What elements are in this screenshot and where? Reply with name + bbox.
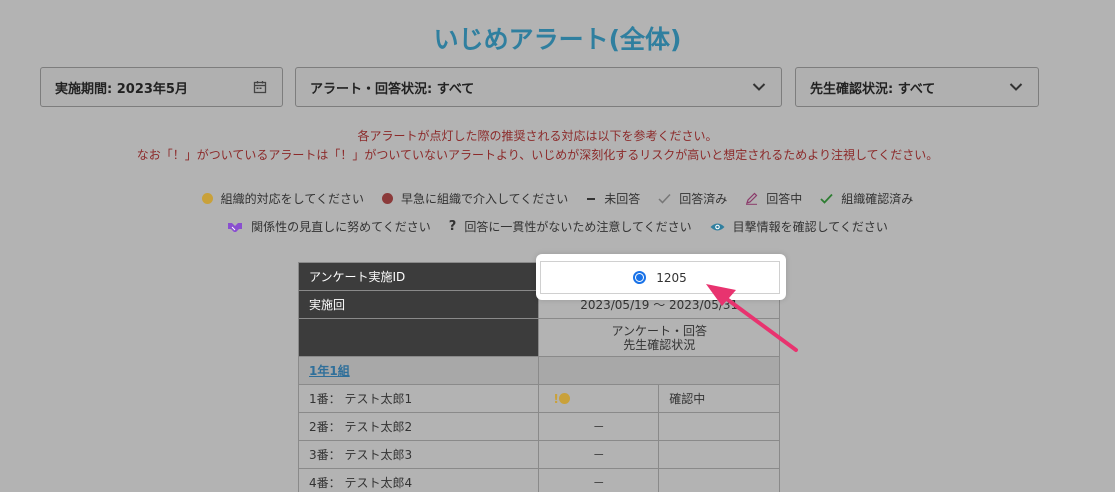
teacher-status-select[interactable]: 先生確認状況: すべて	[795, 67, 1039, 107]
legend-item: 早急に組織で介入してください	[381, 190, 569, 207]
answer-status[interactable]: !	[538, 384, 660, 413]
alert-status-select[interactable]: アラート・回答状況: すべて	[295, 67, 782, 107]
table-row: 2番： テスト太郎2 －	[297, 412, 780, 441]
answer-status[interactable]: －	[538, 440, 660, 469]
question-icon: ?	[448, 219, 457, 234]
legend-item: 回答済み	[658, 190, 727, 207]
survey-id-label: アンケート実施ID	[297, 262, 540, 291]
legend-item: 未回答	[586, 190, 640, 207]
alert-status-label: アラート・回答状況: すべて	[310, 81, 475, 97]
red-dot-icon	[381, 193, 393, 204]
legend-label: 目撃情報を確認してください	[732, 220, 888, 234]
survey-id-value: 1205	[656, 270, 687, 285]
student-name[interactable]: 3番： テスト太郎3	[297, 440, 540, 469]
page-title: いじめアラート(全体)	[433, 25, 682, 54]
confirm-status[interactable]	[658, 440, 780, 469]
radio-selected-icon[interactable]	[633, 271, 647, 284]
legend-item: 関係性の見直しに努めてください	[227, 218, 431, 235]
legend-item: 回答中	[745, 190, 802, 207]
answer-status[interactable]: －	[538, 468, 660, 492]
teacher-status-label: 先生確認状況: すべて	[810, 81, 936, 97]
class-link[interactable]: 1年1組	[309, 364, 350, 378]
student-name[interactable]: 2番： テスト太郎2	[297, 412, 540, 441]
legend-item: 組織確認済み	[820, 190, 913, 207]
notice-text: 各アラートが点灯した際の推奨される対応は以下を参考ください。 なお「！」がついて…	[0, 127, 1075, 165]
student-name[interactable]: 1番： テスト太郎1	[297, 384, 540, 413]
confirm-status[interactable]	[658, 468, 780, 492]
table-row: 3番： テスト太郎3 －	[297, 440, 780, 469]
header-blank	[297, 318, 540, 357]
eye-icon	[710, 222, 725, 232]
answer-status[interactable]: －	[538, 412, 660, 441]
class-row: 1年1組	[297, 356, 780, 385]
legend-item: 組織的対応をしてください	[201, 190, 364, 207]
legend-label: 早急に組織で介入してください	[400, 192, 569, 206]
table-row: 4番： テスト太郎4 －	[297, 468, 780, 492]
legend-item: ? 回答に一貫性がないため注意してください	[449, 218, 692, 235]
legend-label: 組織的対応をしてください	[220, 192, 364, 206]
student-name[interactable]: 4番： テスト太郎4	[297, 468, 540, 492]
orange-dot-icon	[201, 193, 213, 204]
period-filter-label: 実施期間: 2023年5月	[55, 81, 188, 97]
table-row: 1番： テスト太郎1 ! 確認中	[297, 384, 780, 413]
legend-label: 未回答	[604, 192, 641, 206]
calendar-icon[interactable]	[252, 79, 268, 95]
check-icon	[658, 193, 671, 204]
class-cell: 1年1組	[297, 356, 540, 385]
notice-line-2: なお「！」がついているアラートは「！」がついていないアラートより、いじめが深刻化…	[136, 148, 939, 162]
handshake-icon	[227, 221, 243, 233]
notice-line-1: 各アラートが点灯した際の推奨される対応は以下を参考ください。	[357, 129, 718, 143]
period-filter[interactable]: 実施期間: 2023年5月	[40, 67, 283, 107]
legend-label: 回答済み	[679, 192, 728, 206]
legend-label: 関係性の見直しに努めてください	[251, 220, 431, 234]
pointer-arrow-icon	[706, 284, 798, 352]
pencil-icon	[745, 192, 758, 205]
legend-item: 目撃情報を確認してください	[710, 218, 888, 235]
confirm-status[interactable]	[658, 412, 780, 441]
green-check-icon	[820, 193, 833, 204]
orange-dot-icon	[558, 392, 570, 404]
confirm-status[interactable]: 確認中	[658, 384, 780, 413]
round-label: 実施回	[297, 290, 540, 319]
legend-label: 回答中	[766, 192, 803, 206]
chevron-down-icon[interactable]	[751, 79, 767, 95]
legend-label: 組織確認済み	[841, 192, 914, 206]
legend-label: 回答に一貫性がないため注意してください	[464, 220, 692, 234]
legend-row-1: 組織的対応をしてください 早急に組織で介入してください 未回答 回答済み 回答中…	[0, 190, 1115, 207]
dash-icon	[586, 197, 596, 201]
legend-row-2: 関係性の見直しに努めてください ? 回答に一貫性がないため注意してください 目撃…	[0, 218, 1115, 235]
class-blank	[538, 356, 780, 385]
chevron-down-icon[interactable]	[1008, 79, 1024, 95]
